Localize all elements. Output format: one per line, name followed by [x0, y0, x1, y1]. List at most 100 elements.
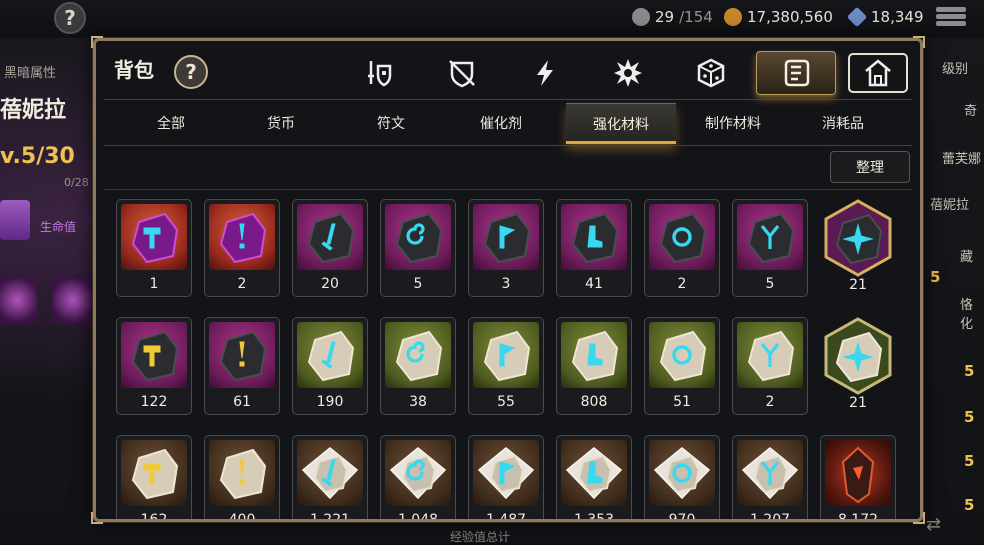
item-quantity: 21 — [849, 395, 867, 411]
sort-button[interactable]: 整理 — [830, 151, 910, 183]
top-resource-bar: ? 29/154 17,380,560 18,349 — [0, 0, 984, 38]
gold-icon — [724, 8, 742, 26]
item-quantity: 2 — [765, 394, 775, 410]
tab-dice[interactable] — [680, 51, 742, 95]
inventory-item[interactable]: 162 — [116, 435, 192, 519]
tab-energy[interactable] — [514, 51, 576, 95]
inventory-item[interactable]: 970 — [644, 435, 720, 519]
inventory-item[interactable]: 1 — [116, 199, 192, 297]
item-quantity: 1,221 — [293, 512, 367, 519]
dice-icon — [697, 58, 725, 88]
rune-thumb — [561, 440, 627, 506]
tab-currency[interactable]: 货币 — [226, 103, 336, 143]
inventory-item[interactable]: 2 — [204, 199, 280, 297]
divider — [104, 145, 912, 146]
inventory-item[interactable]: 808 — [556, 317, 632, 415]
tab-materials[interactable] — [756, 51, 836, 95]
rune-thumb — [121, 204, 187, 270]
item-quantity: 8,172 — [821, 512, 895, 519]
rune-thumb — [649, 440, 715, 506]
item-quantity: 190 — [316, 394, 344, 410]
inventory-item[interactable]: 41 — [556, 199, 632, 297]
item-quantity: 5 — [765, 276, 775, 292]
item-quantity: 2 — [677, 276, 687, 292]
burst-icon — [614, 59, 642, 87]
inventory-item[interactable]: 400 — [204, 435, 280, 519]
stamina-icon — [632, 8, 650, 26]
tab-all[interactable]: 全部 — [116, 103, 226, 143]
hero-exp: 0/28 — [64, 176, 89, 189]
rune-thumb — [385, 322, 451, 388]
gold-value: 17,380,560 — [747, 8, 833, 26]
rune-thumb — [209, 204, 275, 270]
frame-corner — [91, 512, 103, 524]
house-icon — [865, 59, 891, 87]
hero-name: 蓓妮拉 — [0, 98, 67, 123]
inventory-item[interactable]: 122 — [116, 317, 192, 415]
inventory-item[interactable]: 51 — [644, 317, 720, 415]
item-quantity: 38 — [409, 394, 427, 410]
tab-burst[interactable] — [597, 51, 659, 95]
rune-thumb — [561, 204, 627, 270]
inventory-item[interactable]: 1,048 — [380, 435, 456, 519]
inventory-item[interactable]: 2 — [644, 199, 720, 297]
item-quantity: 1,487 — [469, 512, 543, 519]
divider — [104, 189, 912, 190]
rune-thumb — [209, 440, 275, 506]
scroll-bag-icon — [784, 59, 810, 87]
help-icon[interactable]: ? — [54, 2, 86, 34]
item-quantity: 20 — [321, 276, 339, 292]
swap-icon[interactable]: ⇄ — [926, 514, 941, 535]
item-quantity: 1,207 — [733, 512, 807, 519]
dialog-title: 背包 — [114, 58, 154, 82]
inventory-item[interactable]: 20 — [292, 199, 368, 297]
inventory-item[interactable]: 21 — [820, 199, 896, 297]
sub-tab-bar: 全部 货币 符文 催化剂 强化材料 制作材料 消耗品 — [108, 103, 908, 145]
crystal-counter: 18,349 — [846, 6, 924, 28]
tab-furniture[interactable] — [848, 53, 908, 93]
inventory-item[interactable]: 5 — [732, 199, 808, 297]
skill-icon[interactable] — [52, 276, 94, 324]
sword-shield-icon — [368, 61, 392, 87]
inventory-item[interactable]: 5 — [380, 199, 456, 297]
inventory-item[interactable]: 190 — [292, 317, 368, 415]
bottom-hint: 经验值总计 — [450, 530, 511, 544]
list-number: 5 — [930, 268, 941, 286]
menu-icon[interactable] — [936, 5, 966, 31]
tab-enhance-materials[interactable]: 强化材料 — [566, 103, 676, 144]
rune-thumb — [473, 322, 539, 388]
tab-weapon[interactable] — [348, 51, 410, 95]
tab-armor[interactable] — [431, 51, 493, 95]
skill-icon[interactable] — [0, 276, 38, 324]
tab-craft-materials[interactable]: 制作材料 — [678, 103, 788, 143]
inventory-item[interactable]: 1,353 — [556, 435, 632, 519]
inventory-item[interactable]: 21 — [820, 317, 896, 415]
inventory-item[interactable]: 55 — [468, 317, 544, 415]
inventory-item[interactable]: 1,221 — [292, 435, 368, 519]
crystal-icon — [846, 6, 868, 28]
item-quantity: 61 — [233, 394, 251, 410]
list-label: 蓓妮拉 — [930, 198, 970, 213]
rune-thumb — [385, 440, 451, 506]
frame-corner — [913, 36, 925, 48]
help-button[interactable]: ? — [174, 55, 208, 89]
item-quantity: 970 — [645, 512, 719, 519]
inventory-item[interactable]: 2 — [732, 317, 808, 415]
inventory-dialog: 背包 ? 全部 货币 符文 催化剂 强化材料 制作材料 消耗品 整理 1 2 2… — [91, 36, 925, 524]
tab-runes[interactable]: 符文 — [336, 103, 446, 143]
inventory-item[interactable]: 8,172 — [820, 435, 896, 519]
rune-thumb — [825, 440, 891, 506]
rune-thumb — [209, 322, 275, 388]
rune-thumb — [737, 204, 803, 270]
inventory-item[interactable]: 61 — [204, 317, 280, 415]
tab-catalysts[interactable]: 催化剂 — [446, 103, 556, 143]
inventory-item[interactable]: 1,487 — [468, 435, 544, 519]
item-quantity: 1 — [149, 276, 159, 292]
inventory-item[interactable]: 38 — [380, 317, 456, 415]
inventory-item[interactable]: 3 — [468, 199, 544, 297]
rune-thumb — [121, 440, 187, 506]
rune-thumb — [385, 204, 451, 270]
tab-consumables[interactable]: 消耗品 — [788, 103, 898, 143]
rune-thumb — [473, 440, 539, 506]
inventory-item[interactable]: 1,207 — [732, 435, 808, 519]
